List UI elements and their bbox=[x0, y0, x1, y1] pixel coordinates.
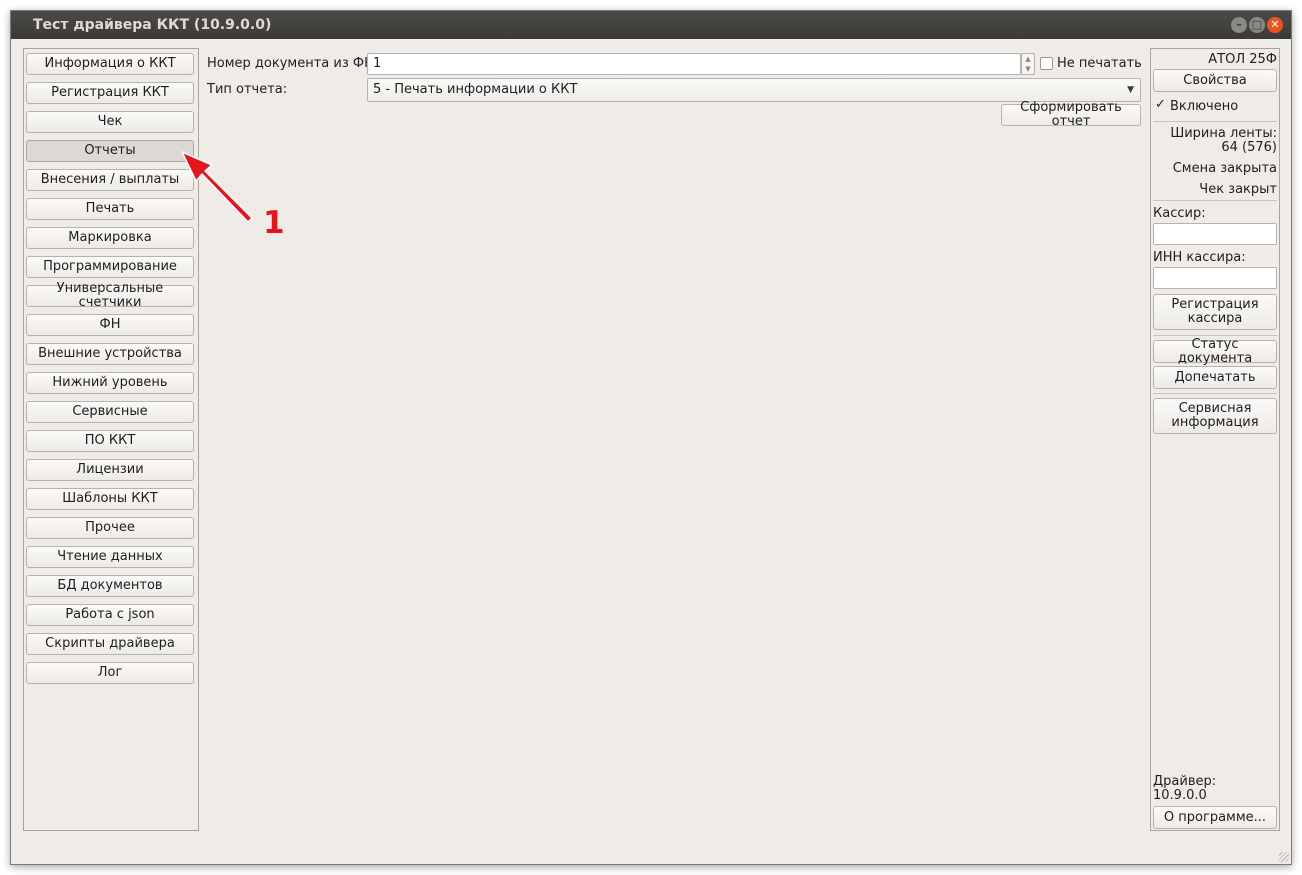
app-window: Тест драйвера ККТ (10.9.0.0) – □ ✕ Номер… bbox=[10, 10, 1292, 865]
no-print-checkbox[interactable] bbox=[1040, 57, 1053, 70]
resize-grip-icon[interactable] bbox=[1279, 852, 1289, 862]
nav-button[interactable]: Внесения / выплаты bbox=[26, 169, 194, 191]
properties-button[interactable]: Свойства bbox=[1153, 69, 1277, 92]
generate-report-button[interactable]: Сформировать отчет bbox=[1001, 101, 1141, 129]
chevron-down-icon: ▼ bbox=[1127, 85, 1134, 95]
nav-button[interactable]: Нижний уровень bbox=[26, 372, 194, 394]
tape-width-value: 64 (576) bbox=[1221, 140, 1277, 155]
cashier-inn-input[interactable] bbox=[1153, 267, 1277, 289]
service-info-line1: Сервисная bbox=[1178, 401, 1252, 416]
nav-button[interactable]: ПО ККТ bbox=[26, 430, 194, 452]
no-print-label: Не печатать bbox=[1057, 56, 1142, 71]
doc-number-label: Номер документа из ФН: bbox=[207, 56, 379, 71]
annotation-number: 1 bbox=[263, 205, 285, 241]
enabled-label: Включено bbox=[1170, 99, 1239, 114]
title-bar: Тест драйвера ККТ (10.9.0.0) – □ ✕ bbox=[11, 11, 1291, 39]
nav-button[interactable]: Внешние устройства bbox=[26, 343, 194, 365]
reprint-button[interactable]: Допечатать bbox=[1153, 366, 1277, 389]
about-button[interactable]: О программе... bbox=[1153, 806, 1277, 829]
cashier-label: Кассир: bbox=[1153, 206, 1206, 221]
nav-button[interactable]: Шаблоны ККТ bbox=[26, 488, 194, 510]
enabled-checkbox[interactable]: ✓ bbox=[1154, 98, 1167, 112]
annotation-arrow-icon bbox=[181, 151, 253, 223]
cashier-input[interactable] bbox=[1153, 223, 1277, 245]
report-type-value: 5 - Печать информации о ККТ bbox=[373, 82, 578, 97]
divider bbox=[1153, 121, 1277, 122]
register-cashier-line2: кассира bbox=[1187, 311, 1243, 326]
divider bbox=[1153, 335, 1277, 336]
nav-button[interactable]: Регистрация ККТ bbox=[26, 82, 194, 104]
window-title: Тест драйвера ККТ (10.9.0.0) bbox=[33, 17, 272, 33]
nav-button[interactable]: Прочее bbox=[26, 517, 194, 539]
nav-button[interactable]: Маркировка bbox=[26, 227, 194, 249]
register-cashier-button[interactable]: Регистрация кассира bbox=[1153, 294, 1277, 330]
nav-button[interactable]: Чек bbox=[26, 111, 194, 133]
close-icon[interactable]: ✕ bbox=[1267, 17, 1283, 33]
device-name: АТОЛ 25Ф bbox=[1208, 52, 1277, 67]
nav-button[interactable]: Лог bbox=[26, 662, 194, 684]
nav-button[interactable]: Универсальные счетчики bbox=[26, 282, 194, 310]
nav-button[interactable]: Информация о ККТ bbox=[26, 53, 194, 75]
driver-label: Драйвер: bbox=[1153, 774, 1217, 789]
register-cashier-line1: Регистрация bbox=[1171, 297, 1259, 312]
doc-number-spinner[interactable]: ▲ ▼ bbox=[1021, 53, 1035, 75]
divider bbox=[1153, 393, 1277, 394]
cashier-inn-label: ИНН кассира: bbox=[1153, 250, 1246, 265]
doc-number-input[interactable]: 1 bbox=[367, 53, 1021, 75]
nav-button[interactable]: Чтение данных bbox=[26, 546, 194, 568]
nav-button[interactable]: ФН bbox=[26, 314, 194, 336]
report-type-label: Тип отчета: bbox=[207, 82, 288, 97]
maximize-icon[interactable]: □ bbox=[1249, 17, 1265, 33]
nav-button[interactable]: Отчеты bbox=[26, 140, 194, 162]
nav-button[interactable]: Печать bbox=[26, 198, 194, 220]
nav-button[interactable]: БД документов bbox=[26, 575, 194, 597]
nav-button[interactable]: Сервисные bbox=[26, 401, 194, 423]
nav-button[interactable]: Работа с json bbox=[26, 604, 194, 626]
nav-button[interactable]: Скрипты драйвера bbox=[26, 633, 194, 655]
nav-button[interactable]: Программирование bbox=[26, 256, 194, 278]
nav-button[interactable]: Лицензии bbox=[26, 459, 194, 481]
service-info-button[interactable]: Сервисная информация bbox=[1153, 398, 1277, 434]
service-info-line2: информация bbox=[1171, 415, 1259, 430]
minimize-icon[interactable]: – bbox=[1231, 17, 1247, 33]
divider bbox=[1153, 200, 1277, 201]
shift-status: Смена закрыта bbox=[1172, 161, 1277, 176]
doc-status-button[interactable]: Статус документа bbox=[1153, 337, 1277, 365]
driver-version: 10.9.0.0 bbox=[1153, 788, 1207, 803]
receipt-status: Чек закрыт bbox=[1199, 182, 1277, 197]
report-type-select[interactable]: 5 - Печать информации о ККТ ▼ bbox=[367, 78, 1141, 102]
tape-width-label: Ширина ленты: bbox=[1170, 126, 1277, 141]
